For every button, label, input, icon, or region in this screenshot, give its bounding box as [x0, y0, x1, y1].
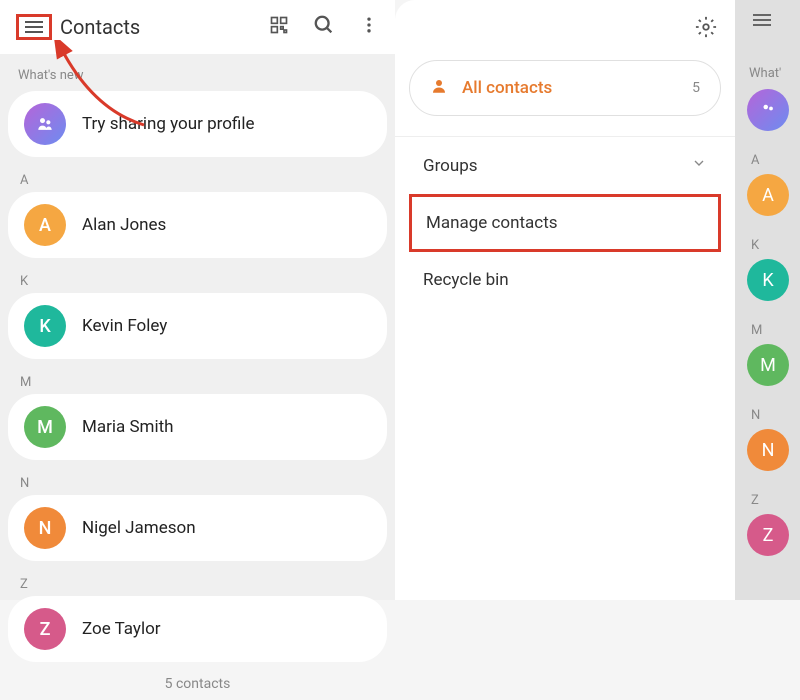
app-title: Contacts: [60, 15, 140, 39]
profile-icon-peek: [747, 89, 789, 131]
section-letter-peek: K: [735, 232, 800, 259]
contact-name: Nigel Jameson: [82, 518, 196, 538]
profile-share-text: Try sharing your profile: [82, 114, 255, 134]
avatar-peek: M: [747, 344, 789, 386]
contact-row[interactable]: A Alan Jones: [8, 192, 387, 258]
contact-name: Kevin Foley: [82, 316, 167, 336]
qr-icon[interactable]: [269, 15, 289, 39]
avatar-peek: K: [747, 259, 789, 301]
avatar: A: [24, 204, 66, 246]
section-letter-peek: M: [735, 317, 800, 344]
recycle-bin-row[interactable]: Recycle bin: [395, 252, 735, 308]
gear-icon[interactable]: [695, 16, 717, 42]
section-letter: Z: [0, 567, 395, 596]
avatar: Z: [24, 608, 66, 650]
section-letter-peek: Z: [735, 487, 800, 514]
manage-contacts-label: Manage contacts: [426, 213, 558, 233]
more-icon[interactable]: [359, 15, 379, 39]
all-contacts-count: 5: [692, 80, 700, 96]
peek-panel: What' AAKKMMNNZZ: [735, 0, 800, 600]
all-contacts-label: All contacts: [462, 78, 552, 98]
recycle-bin-label: Recycle bin: [423, 270, 509, 290]
groups-label: Groups: [423, 156, 478, 176]
search-icon[interactable]: [313, 14, 335, 40]
chevron-down-icon: [691, 155, 707, 176]
profile-share-row[interactable]: Try sharing your profile: [8, 91, 387, 157]
contacts-count: 5 contacts: [0, 668, 395, 700]
section-letter-peek: A: [735, 147, 800, 174]
avatar: N: [24, 507, 66, 549]
whats-new-label-peek: What': [735, 66, 800, 89]
menu-icon[interactable]: [16, 14, 52, 40]
contacts-list-panel: Contacts What's new Try sharing your pro…: [0, 0, 395, 600]
contact-row[interactable]: K Kevin Foley: [8, 293, 387, 359]
contact-name: Alan Jones: [82, 215, 166, 235]
avatar-peek: Z: [747, 514, 789, 556]
avatar: M: [24, 406, 66, 448]
header-bar: Contacts: [0, 0, 395, 54]
all-contacts-button[interactable]: All contacts 5: [409, 60, 721, 116]
manage-contacts-highlight: Manage contacts: [409, 194, 721, 252]
groups-row[interactable]: Groups: [395, 136, 735, 194]
avatar-peek: A: [747, 174, 789, 216]
avatar-peek: N: [747, 429, 789, 471]
person-icon: [430, 77, 448, 99]
section-letter-peek: N: [735, 402, 800, 429]
profile-icon: [24, 103, 66, 145]
contact-row[interactable]: Z Zoe Taylor: [8, 596, 387, 662]
section-letter: M: [0, 365, 395, 394]
drawer-panel: All contacts 5 Groups Manage contacts Re…: [395, 0, 735, 600]
menu-icon[interactable]: [753, 14, 800, 26]
avatar: K: [24, 305, 66, 347]
contact-row[interactable]: N Nigel Jameson: [8, 495, 387, 561]
section-letter: N: [0, 466, 395, 495]
contact-name: Maria Smith: [82, 417, 174, 437]
section-letter: A: [0, 163, 395, 192]
manage-contacts-row[interactable]: Manage contacts: [412, 197, 718, 249]
section-letter: K: [0, 264, 395, 293]
whats-new-label: What's new: [0, 54, 395, 91]
contact-row[interactable]: M Maria Smith: [8, 394, 387, 460]
contact-name: Zoe Taylor: [82, 619, 161, 639]
